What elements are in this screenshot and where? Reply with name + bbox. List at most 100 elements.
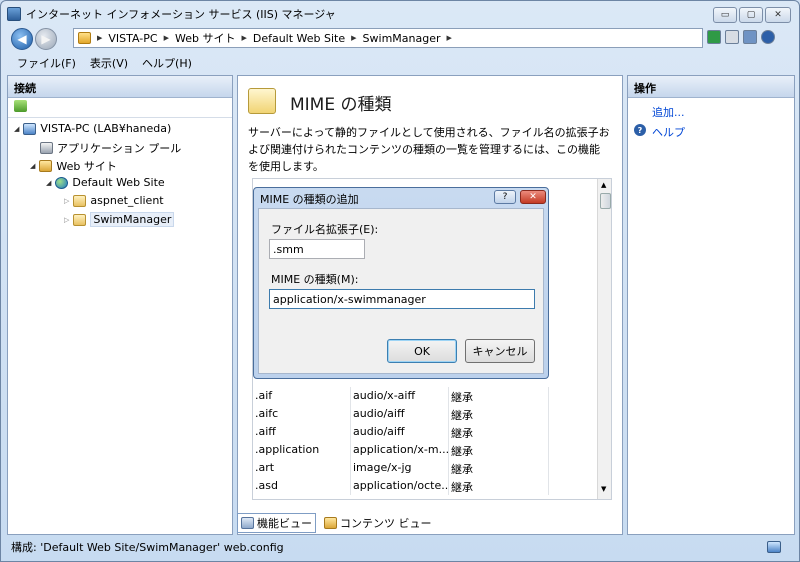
collapsed-icon[interactable]: ▷ bbox=[64, 216, 69, 224]
tree-item-web-sites[interactable]: ◢ Web サイト bbox=[30, 158, 117, 174]
globe-icon bbox=[55, 176, 69, 189]
tab-content-view[interactable]: コンテンツ ビュー bbox=[320, 513, 436, 533]
computer-icon bbox=[23, 122, 37, 135]
dialog-help-button[interactable]: ? bbox=[494, 190, 516, 204]
table-row[interactable]: .aiff audio/aiff 継承 bbox=[253, 423, 549, 441]
mime-type-input[interactable]: application/x-swimmanager bbox=[269, 289, 535, 309]
crumb-vista-pc[interactable]: VISTA-PC bbox=[108, 32, 157, 45]
minimize-button[interactable]: ▭ bbox=[713, 7, 737, 23]
entry-type-cell: 継承 bbox=[449, 477, 549, 495]
tree-item-app-pools[interactable]: アプリケーション プール bbox=[40, 140, 181, 156]
navigation-bar: ◀ ▶ ▶ VISTA-PC ▶ Web サイト ▶ Default Web Site… bbox=[7, 27, 795, 51]
connect-icon[interactable] bbox=[14, 100, 27, 112]
iis-app-icon bbox=[7, 7, 21, 21]
menu-file[interactable]: ファイル(F) bbox=[17, 55, 76, 71]
scrollbar-thumb[interactable] bbox=[600, 193, 611, 209]
expanded-icon[interactable]: ◢ bbox=[14, 125, 19, 133]
menu-view[interactable]: 表示(V) bbox=[90, 55, 128, 71]
back-arrow-icon[interactable]: ◀ bbox=[11, 28, 33, 50]
tree-item-vista-pc[interactable]: ◢ VISTA-PC (LAB¥haneda) bbox=[14, 122, 171, 135]
table-row[interactable]: .asd application/octe... 継承 bbox=[253, 477, 549, 495]
feature-description: サーバーによって静的ファイルとして使用される、ファイル名の拡張子および関連付けら… bbox=[248, 126, 610, 173]
mime-type-label: MIME の種類(M): bbox=[271, 273, 359, 286]
entry-type-cell: 継承 bbox=[449, 459, 549, 477]
mime-cell: audio/x-aiff bbox=[351, 387, 449, 405]
ext-cell: .application bbox=[253, 441, 351, 459]
address-bar[interactable]: ▶ VISTA-PC ▶ Web サイト ▶ Default Web Site ▶ Sw… bbox=[73, 28, 703, 48]
entry-type-cell: 継承 bbox=[449, 405, 549, 423]
table-row[interactable]: .aif audio/x-aiff 継承 bbox=[253, 387, 549, 405]
ext-cell: .aifc bbox=[253, 405, 351, 423]
help-menu-icon[interactable] bbox=[761, 30, 775, 44]
table-row[interactable]: .aifc audio/aiff 継承 bbox=[253, 405, 549, 423]
tree-item-label: aspnet_client bbox=[90, 194, 164, 207]
ext-cell: .aiff bbox=[253, 423, 351, 441]
entry-type-cell: 継承 bbox=[449, 423, 549, 441]
tree-item-label: アプリケーション プール bbox=[57, 142, 182, 155]
connections-toolbar bbox=[8, 98, 232, 118]
dialog-body: ファイル名拡張子(E): .smm MIME の種類(M): applicati… bbox=[258, 208, 544, 374]
ok-button[interactable]: OK bbox=[387, 339, 457, 363]
mime-cell: image/x-jg bbox=[351, 459, 449, 477]
actions-header: 操作 bbox=[628, 76, 794, 98]
view-tabs: 機能ビュー コンテンツ ビュー bbox=[237, 513, 436, 533]
tree-item-label: Default Web Site bbox=[72, 176, 165, 189]
scroll-up-icon[interactable]: ▲ bbox=[601, 181, 606, 189]
mime-cell: application/octe... bbox=[351, 477, 449, 495]
status-bar: 構成: 'Default Web Site/SwimManager' web.c… bbox=[7, 537, 795, 557]
folder-icon bbox=[73, 194, 87, 207]
connections-panel: 接続 ◢ VISTA-PC (LAB¥haneda) アプリケーション プール … bbox=[7, 75, 233, 535]
menu-help[interactable]: ヘルプ(H) bbox=[142, 55, 192, 71]
action-help-link[interactable]: ヘルプ bbox=[652, 124, 685, 140]
crumb-expand-icon[interactable]: ▶ bbox=[447, 34, 452, 42]
list-scrollbar[interactable]: ▲ ▼ bbox=[597, 179, 611, 499]
window-title: インターネット インフォメーション サービス (IIS) マネージャ bbox=[26, 8, 336, 21]
crumb-swimmanager[interactable]: SwimManager bbox=[363, 32, 441, 45]
crumb-web-sites[interactable]: Web サイト bbox=[175, 30, 235, 46]
table-row[interactable]: .art image/x-jg 継承 bbox=[253, 459, 549, 477]
tree-item-default-web-site[interactable]: ◢ Default Web Site bbox=[46, 176, 165, 189]
extension-input[interactable]: .smm bbox=[269, 239, 365, 259]
feature-title: MIME の種類 bbox=[290, 95, 392, 115]
tab-label: 機能ビュー bbox=[257, 517, 312, 530]
home-icon[interactable] bbox=[743, 30, 757, 44]
help-icon: ? bbox=[634, 124, 646, 136]
forward-arrow-icon[interactable]: ▶ bbox=[35, 28, 57, 50]
dialog-title: MIME の種類の追加 bbox=[260, 193, 359, 206]
cancel-button[interactable]: キャンセル bbox=[465, 339, 535, 363]
crumb-default-web-site[interactable]: Default Web Site bbox=[253, 32, 345, 45]
status-text: 構成: 'Default Web Site/SwimManager' web.c… bbox=[11, 541, 284, 554]
window-controls: ▭ ▢ ✕ bbox=[713, 7, 791, 23]
ext-cell: .aif bbox=[253, 387, 351, 405]
collapsed-icon[interactable]: ▷ bbox=[64, 197, 69, 205]
add-mime-type-dialog: MIME の種類の追加 ? ✕ ファイル名拡張子(E): .smm MIME の… bbox=[253, 187, 549, 379]
expanded-icon[interactable]: ◢ bbox=[46, 179, 51, 187]
scroll-down-icon[interactable]: ▼ bbox=[601, 485, 606, 493]
dialog-close-button[interactable]: ✕ bbox=[520, 190, 546, 204]
tree-item-label: VISTA-PC (LAB¥haneda) bbox=[40, 122, 172, 135]
connections-header: 接続 bbox=[8, 76, 232, 98]
ext-cell: .asd bbox=[253, 477, 351, 495]
maximize-button[interactable]: ▢ bbox=[739, 7, 763, 23]
tree-item-swimmanager[interactable]: ▷ SwimManager bbox=[64, 212, 175, 227]
network-status-icon bbox=[767, 541, 781, 553]
entry-type-cell: 継承 bbox=[449, 441, 549, 459]
nav-toolbar bbox=[707, 30, 775, 44]
tab-label: コンテンツ ビュー bbox=[340, 517, 432, 530]
tab-features-view[interactable]: 機能ビュー bbox=[237, 513, 316, 533]
sites-folder-icon bbox=[39, 160, 53, 172]
iis-manager-window: インターネット インフォメーション サービス (IIS) マネージャ ▭ ▢ ✕… bbox=[0, 0, 800, 562]
tree-item-label: Web サイト bbox=[56, 160, 117, 173]
content-view-icon bbox=[324, 517, 337, 529]
action-add-link[interactable]: 追加... bbox=[652, 104, 685, 120]
actions-panel: 操作 追加... ? ヘルプ bbox=[627, 75, 795, 535]
expanded-icon[interactable]: ◢ bbox=[30, 162, 35, 170]
table-row[interactable]: .application application/x-m... 継承 bbox=[253, 441, 549, 459]
tree-item-aspnet-client[interactable]: ▷ aspnet_client bbox=[64, 194, 164, 207]
address-folder-icon bbox=[78, 32, 91, 44]
mime-types-icon bbox=[248, 88, 276, 114]
stop-icon[interactable] bbox=[725, 30, 739, 44]
mime-cell: audio/aiff bbox=[351, 423, 449, 441]
close-button[interactable]: ✕ bbox=[765, 7, 791, 23]
refresh-icon[interactable] bbox=[707, 30, 721, 44]
